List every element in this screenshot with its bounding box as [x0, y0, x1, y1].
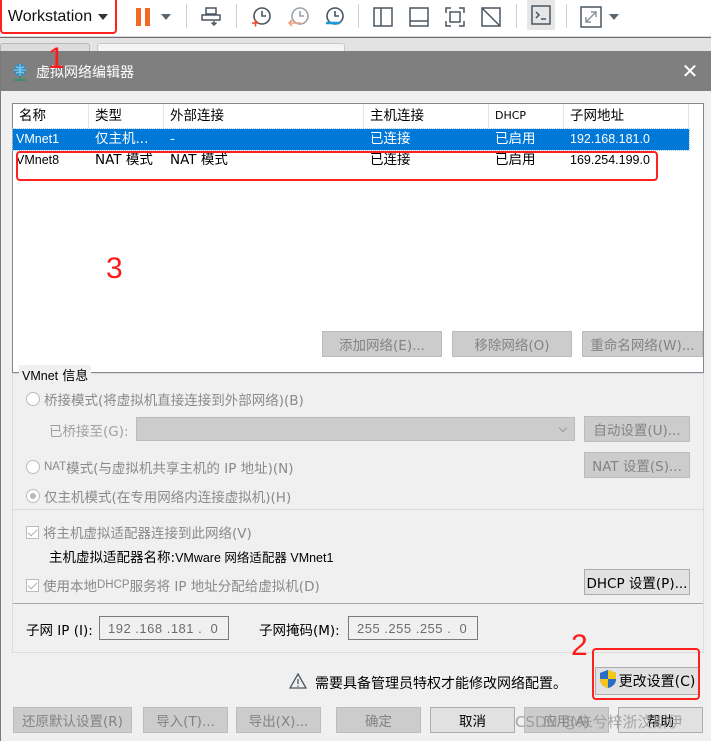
divider	[13, 603, 703, 604]
list-header: 名称 类型 外部连接 主机连接 DHCP 子网地址	[13, 104, 703, 128]
unity-disabled-icon[interactable]	[478, 0, 504, 34]
subnet-mask-label: 子网掩码(M):	[259, 623, 340, 639]
connect-host-adapter-label: 将主机虚拟适配器连接到此网络(V)	[43, 526, 252, 542]
restore-defaults-button[interactable]: 还原默认设置(R)	[13, 707, 132, 733]
view-sidebar-icon[interactable]	[370, 0, 396, 34]
vmnet-info-group: VMnet 信息 桥接模式(将虚拟机直接连接到外部网络)(B) 已桥接至(G):…	[12, 365, 704, 653]
toolbar-separator	[516, 4, 517, 28]
vmnet-info-label-en: VMnet	[22, 369, 59, 383]
radio-button[interactable]	[26, 392, 40, 406]
snapshot-manager-icon[interactable]	[320, 0, 348, 34]
bridged-mode-radio[interactable]: 桥接模式(将虚拟机直接连接到外部网络)(B)	[26, 389, 304, 409]
radio-button-checked[interactable]	[26, 489, 40, 503]
adapter-name-row: 主机虚拟适配器名称: VMware 网络适配器 VMnet1	[49, 546, 333, 566]
power-dropdown-button[interactable]	[158, 0, 174, 34]
vmnet-info-label: VMnet 信息	[19, 365, 92, 384]
chevron-down-icon	[161, 14, 171, 20]
toolbar-separator	[186, 4, 187, 28]
export-button[interactable]: 导出(X)...	[236, 707, 321, 733]
network-globe-icon	[11, 63, 29, 85]
add-network-button[interactable]: 添加网络(E)...	[322, 331, 442, 357]
column-header-host[interactable]: 主机连接	[364, 104, 489, 128]
ok-button[interactable]: 确定	[336, 707, 421, 733]
host-only-mode-radio[interactable]: 仅主机模式(在专用网络内连接虚拟机)(H)	[26, 486, 291, 506]
table-row[interactable]: VMnet1 仅主机... - 已连接 已启用 192.168.181.0	[12, 128, 690, 151]
annotation-box-2	[592, 648, 700, 700]
cell-external: -	[170, 131, 175, 147]
virtual-network-editor-dialog: 虚拟网络编辑器 ✕ 名称 类型 外部连接 主机连接 DHCP 子网地址 VMne…	[0, 51, 711, 741]
subnet-ip-input[interactable]: 192 .168 .181 . 0	[99, 616, 229, 640]
annotation-box-1	[0, 0, 117, 34]
use-dhcp-checkbox[interactable]: 使用本地 DHCP 服务将 IP 地址分配给虚拟机(D)	[26, 575, 320, 595]
toolbar-separator	[358, 4, 359, 28]
column-header-subnet[interactable]: 子网地址	[564, 104, 689, 128]
snapshot-revert-icon[interactable]	[284, 0, 312, 34]
close-button[interactable]: ✕	[668, 51, 711, 91]
cell-dhcp: 已启用	[495, 131, 536, 147]
column-header-external[interactable]: 外部连接	[164, 104, 364, 128]
connect-host-adapter-checkbox[interactable]: 将主机虚拟适配器连接到此网络(V)	[26, 522, 252, 542]
use-dhcp-label-b: DHCP	[97, 579, 130, 591]
dhcp-settings-button[interactable]: DHCP 设置(P)...	[584, 569, 690, 595]
column-header-name[interactable]: 名称	[13, 104, 89, 128]
toolbar-separator	[236, 4, 237, 28]
chevron-down-icon	[558, 423, 568, 433]
nat-mode-label: 模式(与虚拟机共享主机的 IP 地址)(N)	[66, 461, 294, 477]
adapter-name-label: 主机虚拟适配器名称:	[49, 550, 176, 566]
tab-strip	[0, 37, 711, 53]
checkbox[interactable]	[26, 578, 39, 592]
nat-settings-button[interactable]: NAT 设置(S)...	[584, 452, 690, 478]
dialog-titlebar: 虚拟网络编辑器 ✕	[1, 51, 711, 91]
annotation-number-3: 3	[106, 252, 123, 285]
subnet-ip-label: 子网 IP (I):	[26, 623, 93, 639]
import-button[interactable]: 导入(T)...	[143, 707, 228, 733]
snapshot-take-icon[interactable]	[246, 0, 274, 34]
stretch-dropdown-button[interactable]	[606, 0, 622, 34]
nat-mode-radio[interactable]: NAT 模式(与虚拟机共享主机的 IP 地址)(N)	[26, 457, 294, 477]
stretch-view-icon[interactable]	[578, 0, 604, 34]
use-dhcp-label-a: 使用本地	[43, 579, 97, 595]
vmnet-info-label-cn: 信息	[58, 369, 89, 384]
pause-icon[interactable]	[130, 0, 156, 34]
use-dhcp-label-c: 服务将 IP 地址分配给虚拟机(D)	[129, 579, 320, 595]
bridged-to-select[interactable]	[136, 417, 575, 441]
cell-host: 已连接	[370, 131, 411, 147]
host-only-mode-label: 仅主机模式(在专用网络内连接虚拟机)(H)	[44, 490, 292, 506]
chevron-down-icon	[609, 14, 619, 20]
bridged-mode-label: 桥接模式(将虚拟机直接连接到外部网络)(B)	[44, 393, 304, 409]
adapter-name-value: VMware 网络适配器 VMnet1	[175, 550, 334, 565]
cell-name: VMnet1	[16, 132, 60, 146]
toolbar-separator	[566, 4, 567, 28]
view-bottom-panel-icon[interactable]	[406, 0, 432, 34]
admin-notice: 需要具备管理员特权才能修改网络配置。	[288, 672, 567, 693]
console-view-icon[interactable]	[527, 0, 555, 30]
fullscreen-icon[interactable]	[442, 0, 468, 34]
csdn-watermark: CSDN @朱兮梓浙汶斯伊	[515, 713, 683, 731]
checkbox[interactable]	[26, 525, 39, 539]
send-ctrl-alt-del-icon[interactable]	[196, 0, 226, 34]
annotation-number-2: 2	[571, 629, 588, 662]
column-header-dhcp[interactable]: DHCP	[489, 104, 564, 128]
divider	[13, 509, 703, 510]
cell-subnet: 192.168.181.0	[570, 132, 650, 146]
radio-button[interactable]	[26, 460, 40, 474]
bridged-to-label: 已桥接至(G):	[49, 424, 129, 440]
annotation-box-3	[16, 151, 658, 181]
annotation-number-1: 1	[48, 42, 65, 75]
nat-mode-label-prefix: NAT	[44, 461, 67, 473]
remove-network-button[interactable]: 移除网络(O)	[452, 331, 572, 357]
warning-icon	[288, 672, 308, 693]
admin-notice-text: 需要具备管理员特权才能修改网络配置。	[315, 676, 567, 692]
cancel-button[interactable]: 取消	[430, 707, 515, 733]
auto-settings-button[interactable]: 自动设置(U)...	[584, 416, 690, 442]
cell-type: 仅主机...	[95, 131, 149, 147]
rename-network-button[interactable]: 重命名网络(W)...	[582, 331, 703, 357]
close-icon: ✕	[681, 59, 699, 83]
subnet-mask-input[interactable]: 255 .255 .255 . 0	[348, 616, 478, 640]
column-header-type[interactable]: 类型	[89, 104, 164, 128]
